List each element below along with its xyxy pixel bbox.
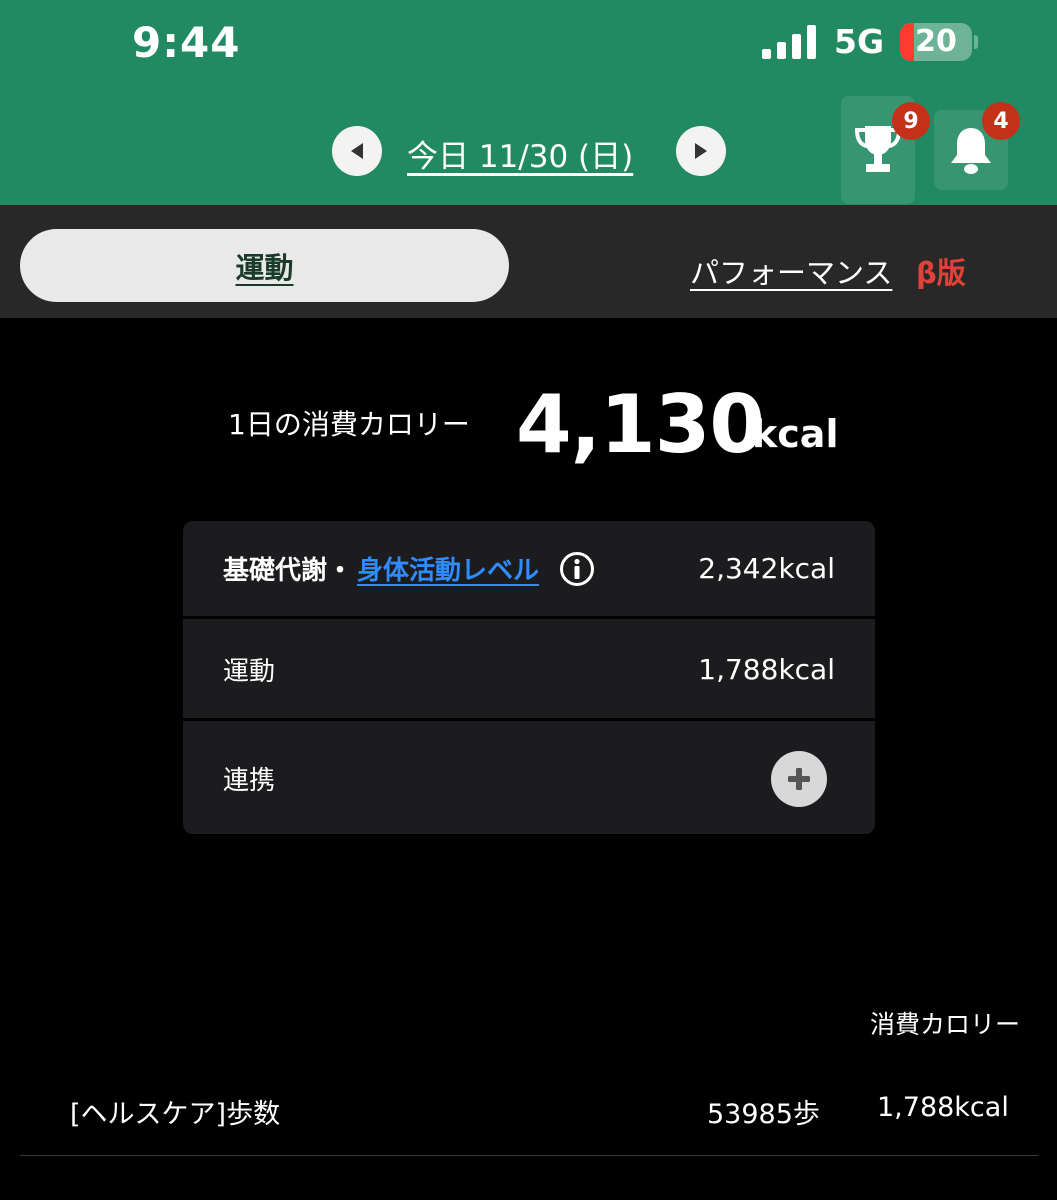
exercise-label: 運動 bbox=[223, 657, 276, 687]
battery-tip bbox=[974, 35, 978, 49]
info-icon[interactable] bbox=[559, 551, 595, 587]
basal-metabolism-value: 2,342kcal bbox=[698, 552, 835, 585]
exercise-value: 1,788kcal bbox=[698, 653, 835, 686]
tab-bar: 運動 パフォーマンス β版 bbox=[0, 205, 1057, 318]
battery-percent: 20 bbox=[915, 24, 957, 59]
calories-column-header: 消費カロリー bbox=[870, 1010, 1021, 1039]
daily-calories-value: 4,130 bbox=[516, 378, 765, 471]
tab-performance[interactable]: パフォーマンス bbox=[690, 250, 892, 292]
basal-metabolism-row: 基礎代謝・ 身体活動レベル 2,342kcal bbox=[183, 521, 875, 619]
activity-level-link[interactable]: 身体活動レベル bbox=[357, 550, 539, 587]
status-time: 9:44 bbox=[132, 18, 241, 67]
basal-metabolism-label: 基礎代謝・ bbox=[223, 556, 354, 586]
tab-exercise-label: 運動 bbox=[235, 250, 294, 285]
signal-icon bbox=[762, 25, 816, 59]
next-day-button[interactable] bbox=[676, 126, 726, 176]
activity-steps: 53985歩 bbox=[707, 1099, 820, 1130]
app-header: 9:44 5G 20 今日 11/30 (日) 9 4 bbox=[0, 0, 1057, 205]
previous-day-button[interactable] bbox=[332, 126, 382, 176]
activity-calories: 1,788kcal bbox=[877, 1092, 1009, 1123]
chevron-right-icon bbox=[695, 143, 707, 159]
trophy-badge: 9 bbox=[892, 102, 930, 140]
chevron-left-icon bbox=[351, 143, 363, 159]
beta-badge: β版 bbox=[916, 256, 966, 290]
notification-badge: 4 bbox=[982, 102, 1020, 140]
activity-name: [ヘルスケア]歩数 bbox=[70, 1099, 281, 1130]
battery-icon: 20 bbox=[900, 23, 972, 61]
integration-row: 連携 bbox=[183, 723, 875, 834]
plus-icon bbox=[788, 767, 810, 790]
daily-calories-label: 1日の消費カロリー bbox=[228, 408, 470, 441]
date-selector[interactable]: 今日 11/30 (日) bbox=[407, 131, 633, 176]
add-integration-button[interactable] bbox=[771, 750, 827, 807]
tab-exercise[interactable]: 運動 bbox=[20, 229, 509, 302]
exercise-row: 運動 1,788kcal bbox=[183, 621, 875, 721]
list-item[interactable]: [ヘルスケア]歩数 53985歩 1,788kcal bbox=[20, 1060, 1038, 1156]
daily-calories-unit: kcal bbox=[752, 412, 839, 456]
integration-label: 連携 bbox=[223, 766, 276, 796]
network-type: 5G bbox=[834, 22, 885, 61]
calorie-breakdown-card: 基礎代謝・ 身体活動レベル 2,342kcal 運動 1,788kcal 連携 bbox=[183, 521, 875, 834]
